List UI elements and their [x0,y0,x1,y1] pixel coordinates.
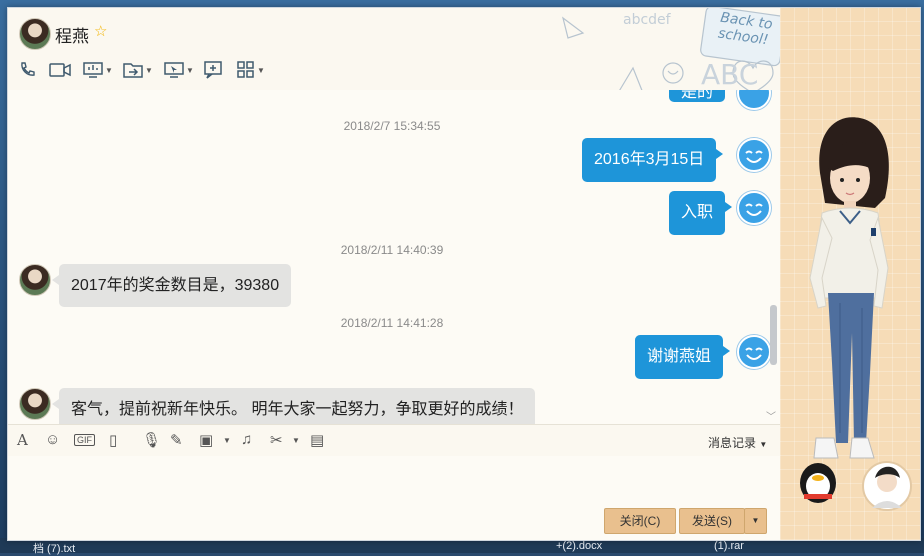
message-bubble-sent[interactable]: 入职 [669,191,733,235]
emoji-icon[interactable]: ☺ [45,431,60,448]
scrollbar-thumb[interactable] [770,305,777,365]
message-history-link[interactable]: 消息记录 ▼ [708,434,767,451]
contact-avatar[interactable] [19,388,51,420]
screen-share-icon[interactable]: ▼ [82,60,114,80]
scissors-icon[interactable]: ✂ [270,431,283,449]
message-text: 是的 [681,90,714,101]
shake-icon[interactable]: ▯ [109,431,117,449]
contact-avatar[interactable] [19,18,51,50]
send-options-dropdown[interactable]: ▼ [744,508,767,534]
message-bubble-sent[interactable]: 谢谢燕姐 [635,335,731,379]
message-list[interactable]: 是的 2018/2/7 15:34:55 2016年3月15日 入职 2018/… [8,90,780,424]
message-text: 谢谢燕姐 [647,348,712,365]
phone-icon[interactable] [17,60,37,80]
video-call-icon[interactable] [48,60,72,80]
message-text: 客气，提前祝新年快乐。 明年大家一起努力，争取更好的成绩！ [71,401,524,418]
contact-avatar[interactable] [19,264,51,296]
send-button[interactable]: 发送(S) [679,508,745,534]
remote-desktop-icon[interactable]: ▼ [163,60,195,80]
message-timestamp: 2018/2/7 15:34:55 [343,119,441,133]
message-text: 2017年的奖金数目是，39380 [71,277,280,294]
star-icon: ☆ [94,23,108,40]
window-header: 程燕 ☆ Back to school! ABC abcdef – □ ✕ [8,8,908,94]
image-icon[interactable]: ▣ [199,431,213,449]
message-text: 2016年3月15日 [594,151,705,168]
pen-icon[interactable]: ✎ [170,431,183,449]
message-timestamp: 2018/2/11 14:41:28 [340,316,444,330]
file-transfer-icon[interactable]: ▼ [122,60,154,80]
font-icon[interactable]: A [17,431,28,449]
taskbar-item[interactable]: +(2).docx [556,540,602,552]
taskbar-item[interactable]: 档 (7).txt [33,540,75,556]
gif-icon[interactable]: GIF [74,434,95,446]
apps-grid-icon[interactable]: ▼ [235,60,267,80]
abc-text: ABC [701,58,759,91]
add-app-icon[interactable] [203,60,223,80]
close-button[interactable]: 关闭(C) [604,508,676,534]
red-packet-icon[interactable]: ▤ [310,431,324,449]
message-bubble-sent[interactable]: 是的 [669,90,726,102]
scrollbar[interactable] [766,90,778,424]
message-bubble-sent[interactable]: 2016年3月15日 [582,138,724,182]
character-illustration [800,117,912,511]
input-toolbar: A ☺ GIF ▯ 🎙 ✎ ▣ ▼ ♫ ✂ ▼ ▤ 消息记录 ▼ [8,424,780,457]
message-bubble-received[interactable]: 客气，提前祝新年快乐。 明年大家一起努力，争取更好的成绩！ [51,388,536,424]
chevron-down-icon[interactable]: ▼ [223,436,231,445]
abcdef-text: abcdef [623,12,671,28]
show-panel [780,8,920,540]
message-text: 入职 [681,204,714,221]
message-timestamp: 2018/2/11 14:40:39 [340,243,444,257]
chat-window: 程燕 ☆ Back to school! ABC abcdef – □ ✕ [7,7,921,541]
message-bubble-received[interactable]: 2017年的奖金数目是，39380 [51,264,292,307]
microphone-icon[interactable]: 🎙 [142,431,161,449]
contact-name[interactable]: 程燕 [55,22,89,47]
music-icon[interactable]: ♫ [241,431,252,448]
header-decoration: Back to school! ABC abcdef [523,8,786,98]
scroll-down-icon[interactable]: ﹀ [766,408,776,423]
chevron-down-icon[interactable]: ▼ [292,436,300,445]
taskbar-item[interactable]: (1).rar [714,540,744,552]
